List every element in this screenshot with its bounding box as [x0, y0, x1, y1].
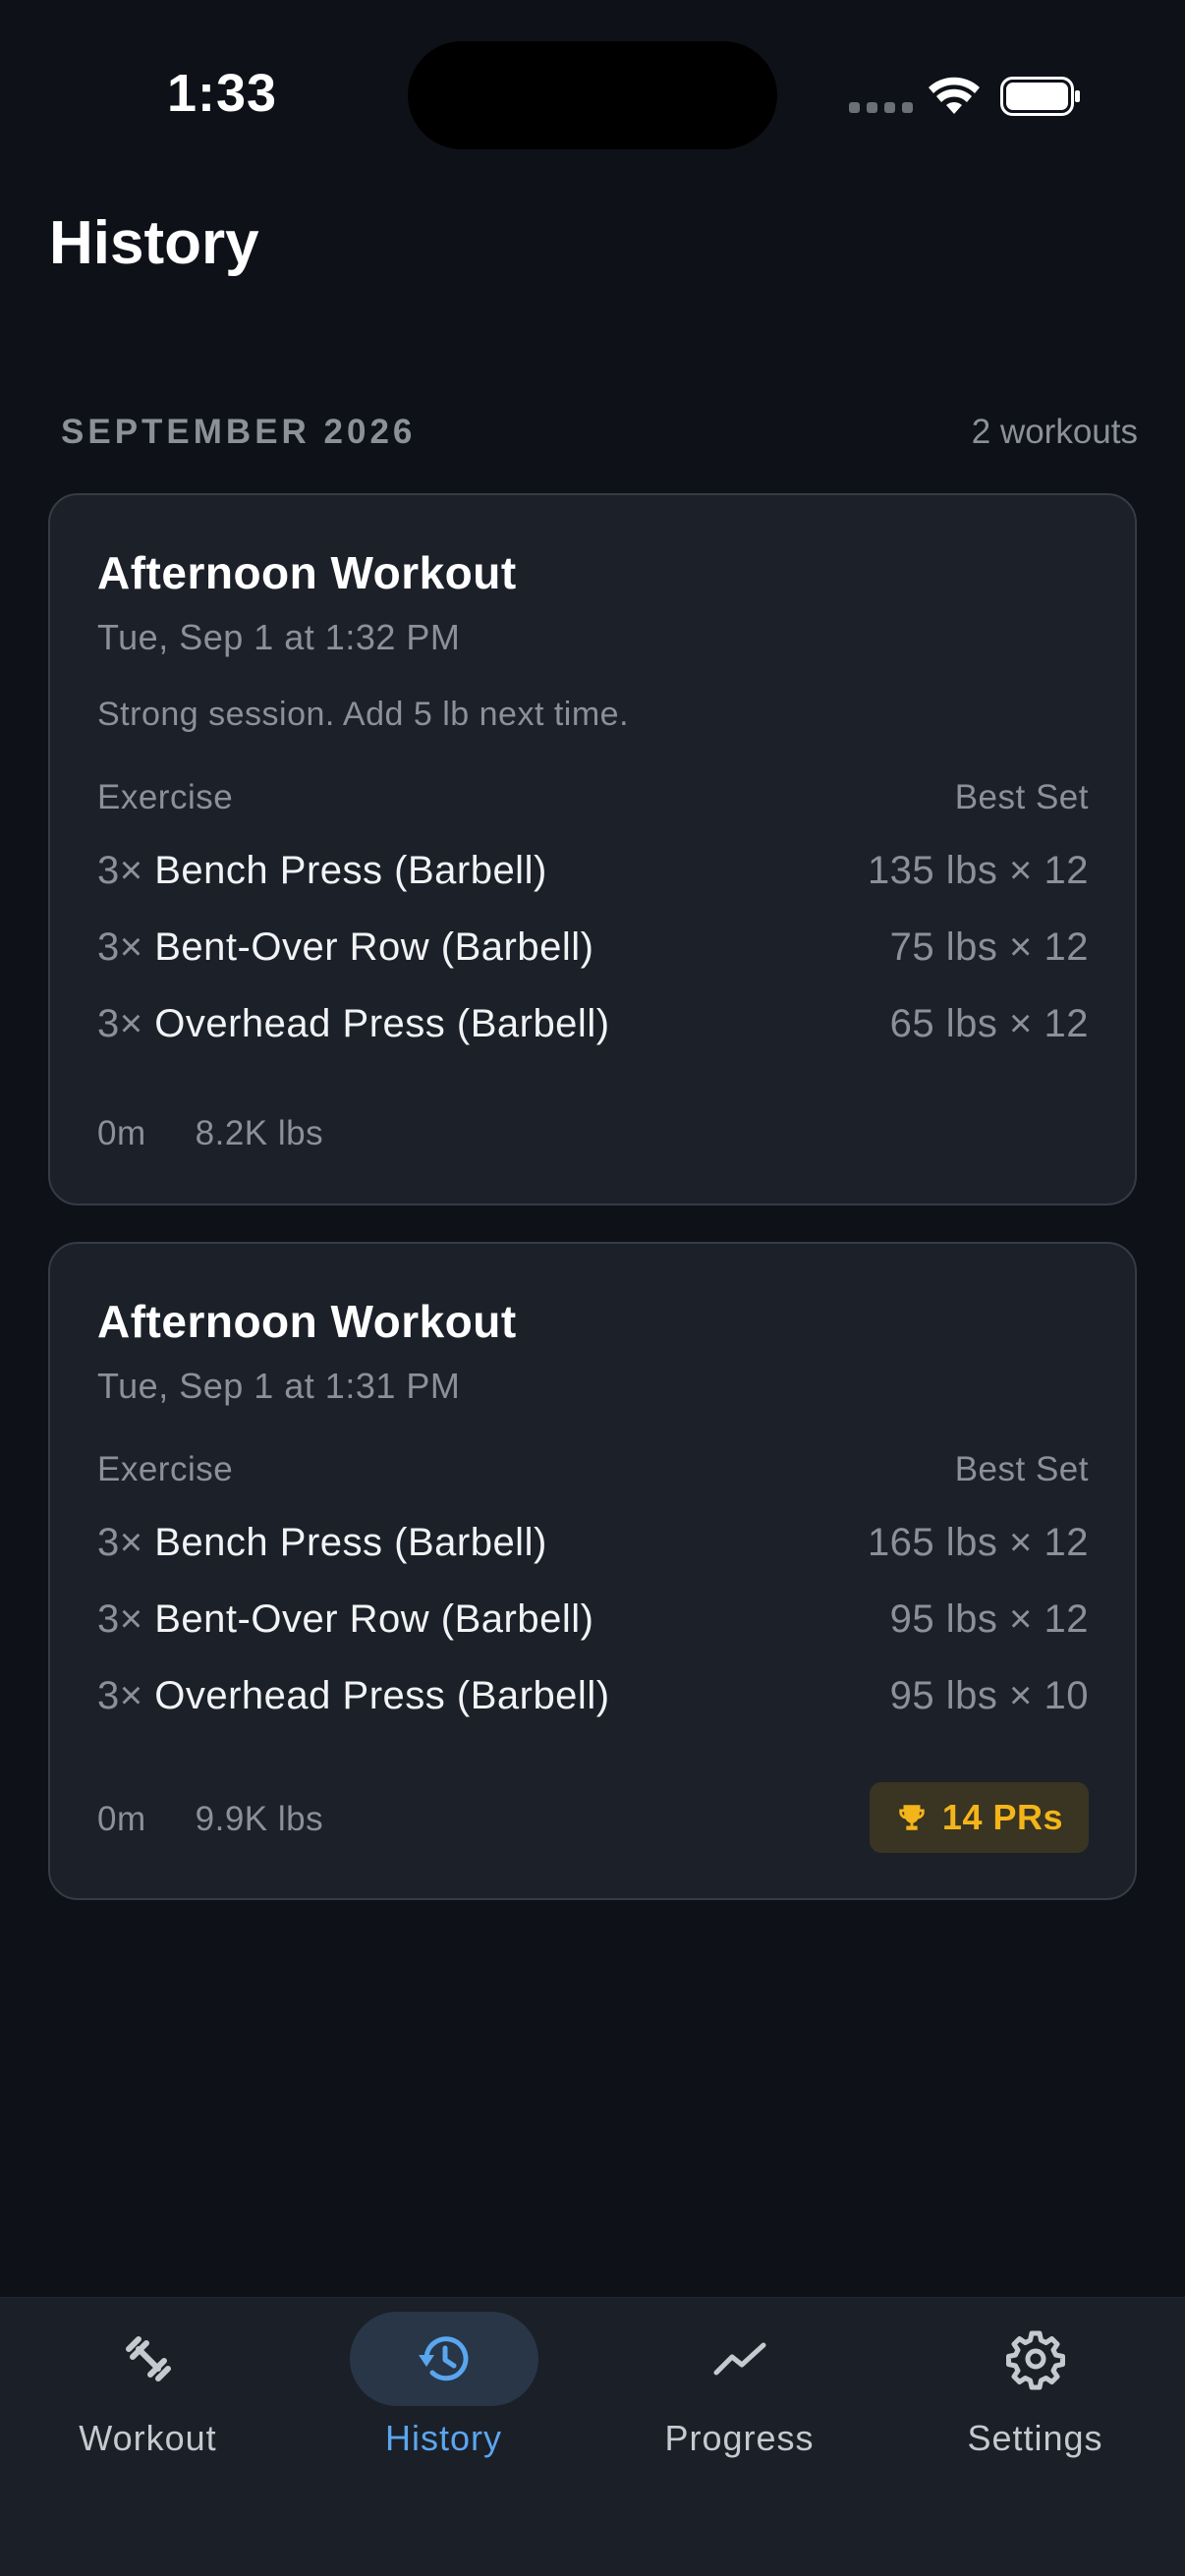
exercise-best-set: 165 lbs × 12: [867, 1521, 1089, 1564]
exercise-row: 3× Bent-Over Row (Barbell) 95 lbs × 12: [97, 1597, 1089, 1642]
workout-count: 2 workouts: [971, 413, 1138, 451]
status-time: 1:33: [167, 64, 278, 123]
exercise-best-set: 65 lbs × 12: [889, 1002, 1089, 1045]
month-section-header: SEPTEMBER 2026 2 workouts: [61, 413, 1138, 452]
exercise-sets: 3×: [97, 1002, 143, 1045]
month-label: SEPTEMBER 2026: [61, 413, 417, 451]
exercise-name: Bent-Over Row (Barbell): [154, 1597, 594, 1641]
workout-duration: 0m: [97, 1800, 146, 1838]
tab-settings[interactable]: Settings: [887, 2298, 1183, 2494]
workout-title: Afternoon Workout: [97, 547, 517, 598]
exercise-name: Overhead Press (Barbell): [154, 1674, 610, 1717]
exercise-column-headers: Exercise Best Set: [97, 1450, 1089, 1489]
workout-note: Strong session. Add 5 lb next time.: [97, 696, 630, 733]
exercise-best-set: 95 lbs × 12: [889, 1597, 1089, 1641]
dumbbell-icon: [125, 2336, 171, 2381]
exercise-name: Bent-Over Row (Barbell): [154, 925, 594, 969]
workout-title: Afternoon Workout: [97, 1296, 517, 1347]
trend-icon: [713, 2342, 765, 2376]
exercise-row: 3× Bench Press (Barbell) 135 lbs × 12: [97, 849, 1089, 893]
workout-stats: 0m 8.2K lbs: [97, 1114, 323, 1153]
workout-duration: 0m: [97, 1114, 146, 1152]
exercise-sets: 3×: [97, 1597, 143, 1641]
pr-count: 14 PRs: [941, 1797, 1063, 1837]
workout-date: Tue, Sep 1 at 1:32 PM: [97, 617, 461, 657]
gear-icon: [1005, 2330, 1065, 2390]
exercise-name: Bench Press (Barbell): [154, 849, 547, 892]
exercise-row: 3× Overhead Press (Barbell) 65 lbs × 12: [97, 1002, 1089, 1046]
exercise-best-set: 135 lbs × 12: [867, 849, 1089, 892]
workout-stats: 0m 9.9K lbs: [97, 1800, 323, 1839]
exercise-sets: 3×: [97, 849, 143, 892]
exercise-column-header: Exercise: [97, 778, 234, 816]
tab-label: Settings: [967, 2418, 1103, 2458]
wifi-icon: [929, 77, 980, 114]
exercise-column-header: Exercise: [97, 1450, 234, 1488]
tab-label: History: [384, 2418, 502, 2458]
exercise-sets: 3×: [97, 1521, 143, 1564]
best-set-column-header: Best Set: [954, 1450, 1089, 1488]
tab-label: Workout: [79, 2418, 217, 2458]
tab-bar: Workout History Progress Settings: [0, 2297, 1185, 2576]
workout-volume: 8.2K lbs: [195, 1114, 324, 1152]
exercise-row: 3× Bench Press (Barbell) 165 lbs × 12: [97, 1521, 1089, 1565]
exercise-sets: 3×: [97, 925, 143, 969]
battery-icon: [1000, 77, 1080, 116]
workout-card[interactable]: Afternoon Workout Tue, Sep 1 at 1:32 PM …: [48, 493, 1137, 1205]
pr-badge: 14 PRs: [869, 1782, 1089, 1853]
exercise-column-headers: Exercise Best Set: [97, 778, 1089, 817]
tab-workout[interactable]: Workout: [0, 2298, 296, 2494]
tab-label: Progress: [664, 2418, 815, 2458]
exercise-row: 3× Overhead Press (Barbell) 95 lbs × 10: [97, 1674, 1089, 1718]
exercise-name: Bench Press (Barbell): [154, 1521, 547, 1564]
workout-volume: 9.9K lbs: [195, 1800, 324, 1838]
workout-card[interactable]: Afternoon Workout Tue, Sep 1 at 1:31 PM …: [48, 1242, 1137, 1900]
exercise-sets: 3×: [97, 1674, 143, 1717]
exercise-row: 3× Bent-Over Row (Barbell) 75 lbs × 12: [97, 925, 1089, 970]
trophy-icon: [899, 1805, 925, 1830]
cellular-signal-icon: [849, 102, 913, 113]
page-title: History: [49, 209, 259, 277]
exercise-name: Overhead Press (Barbell): [154, 1002, 610, 1045]
exercise-best-set: 95 lbs × 10: [889, 1674, 1089, 1717]
dynamic-island: [408, 41, 777, 149]
tab-progress[interactable]: Progress: [592, 2298, 887, 2494]
workout-date: Tue, Sep 1 at 1:31 PM: [97, 1366, 461, 1406]
tab-history[interactable]: History: [296, 2298, 592, 2494]
best-set-column-header: Best Set: [954, 778, 1089, 816]
history-screen: 1:33 History SEPTEMBER 2026 2 workouts A…: [0, 0, 1185, 2576]
history-icon: [418, 2336, 468, 2381]
exercise-best-set: 75 lbs × 12: [889, 925, 1089, 969]
